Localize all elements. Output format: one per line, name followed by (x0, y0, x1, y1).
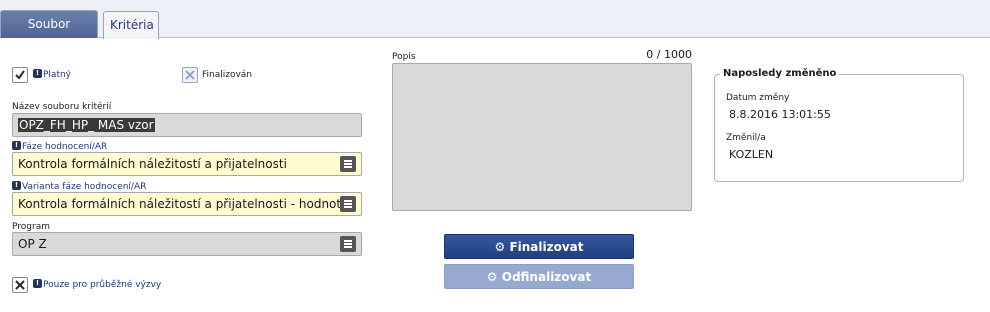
gear-icon: ⚙ (494, 240, 506, 254)
unfinalize-button[interactable]: ⚙ Odfinalizovat (444, 264, 634, 289)
finalizovan-label: Finalizován (202, 70, 253, 80)
exclamation-icon: ! (33, 69, 42, 78)
faze-menu-icon[interactable] (340, 156, 356, 172)
popis-label: Popis (392, 52, 416, 62)
exclamation-icon: ! (12, 141, 21, 150)
tab-soubor-kriterii[interactable]: Soubor kritérií (0, 10, 98, 58)
varianta-value: Kontrola formálních náležitostí a přijat… (18, 197, 345, 211)
varianta-menu-icon[interactable] (340, 196, 356, 212)
varianta-select[interactable]: Kontrola formálních náležitostí a přijat… (12, 192, 362, 216)
date-label: Datum změny (726, 93, 790, 103)
nazev-field[interactable]: OPZ_FH_HP_ MAS vzor (12, 113, 362, 137)
last-changed-legend: Naposledy změněno (720, 68, 840, 79)
faze-value: Kontrola formálních náležitostí a přijat… (18, 157, 287, 171)
cross-icon (185, 70, 195, 80)
program-value: OP Z (18, 237, 47, 251)
platny-label: Platný (43, 70, 72, 80)
finalize-button-label: Finalizovat (509, 240, 584, 254)
popis-counter: 0 / 1000 (646, 48, 692, 61)
finalize-button[interactable]: ⚙ Finalizovat (444, 234, 634, 259)
cross-icon (15, 280, 25, 290)
gear-icon: ⚙ (486, 270, 498, 284)
faze-label: Fáze hodnocení/AR (22, 142, 108, 152)
platny-checkbox[interactable] (12, 67, 28, 83)
nazev-value: OPZ_FH_HP_ MAS vzor (18, 118, 155, 132)
unfinalize-button-label: Odfinalizovat (501, 270, 592, 284)
exclamation-icon: ! (33, 279, 42, 288)
program-menu-icon[interactable] (340, 236, 356, 252)
finalizovan-checkbox[interactable] (182, 67, 198, 83)
varianta-label: Varianta fáze hodnocení/AR (22, 182, 147, 192)
pouze-checkbox[interactable] (12, 277, 28, 293)
exclamation-icon: ! (12, 181, 21, 190)
last-changed-panel (714, 74, 964, 182)
check-icon (15, 70, 25, 80)
date-value: 8.8.2016 13:01:55 (729, 108, 831, 121)
user-label: Změnil/a (726, 133, 766, 143)
program-select[interactable]: OP Z (12, 232, 362, 256)
nazev-label: Název souboru kritérií (12, 102, 112, 112)
pouze-label: Pouze pro průběžné výzvy (43, 280, 162, 290)
popis-textarea[interactable] (392, 63, 692, 211)
tab-kriteria[interactable]: Kritéria (103, 11, 159, 39)
faze-select[interactable]: Kontrola formálních náležitostí a přijat… (12, 152, 362, 176)
program-label: Program (12, 222, 50, 232)
user-value: KOZLEN (729, 148, 774, 161)
